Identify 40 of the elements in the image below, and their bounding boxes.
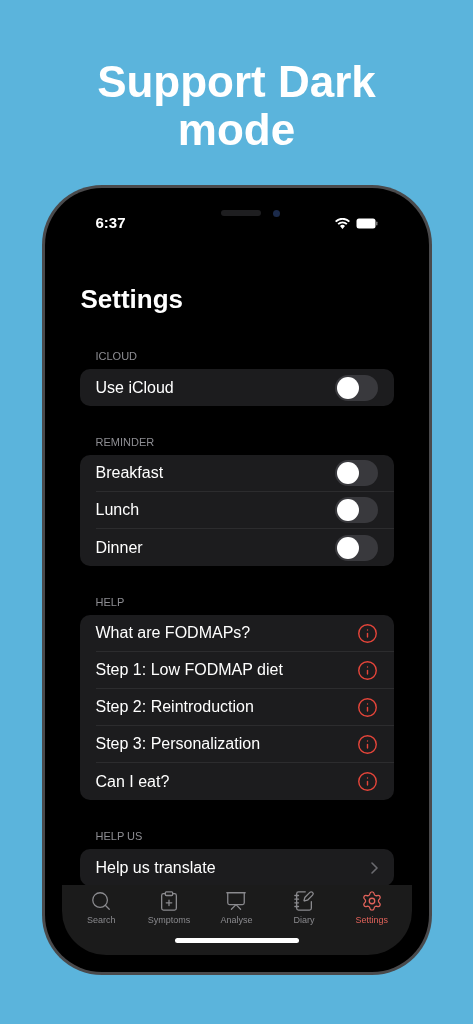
- tab-item[interactable]: Diary: [274, 890, 335, 928]
- row-label: Breakfast: [95, 463, 164, 483]
- row-label[interactable]: Can I eat?: [95, 769, 170, 794]
- front-camera: [272, 209, 280, 217]
- info-icon[interactable]: [356, 622, 378, 644]
- row-label: Lunch: [95, 500, 140, 520]
- battery-icon: [355, 217, 378, 229]
- row-label[interactable]: Help us translate: [95, 855, 216, 880]
- row-label[interactable]: Step 2: Reintroduction: [95, 695, 254, 719]
- toggle-switch[interactable]: [334, 534, 378, 561]
- chart-board-icon: [225, 890, 248, 912]
- settings-icon: [360, 890, 383, 912]
- wifi-icon: [334, 217, 350, 229]
- section-header: REMINDER: [94, 435, 156, 449]
- toggle-switch[interactable]: [334, 374, 378, 401]
- speaker-grille: [220, 210, 261, 216]
- toggle-switch[interactable]: [334, 497, 378, 523]
- info-icon[interactable]: [356, 771, 378, 792]
- info-icon[interactable]: [356, 733, 378, 755]
- tab-item[interactable]: Analyse: [206, 890, 267, 928]
- info-icon[interactable]: [356, 659, 378, 681]
- row-label: Use iCloud: [95, 377, 174, 398]
- section-header: HELP: [94, 595, 126, 609]
- tab-item[interactable]: Symptoms: [138, 890, 199, 928]
- info-icon[interactable]: [356, 696, 378, 718]
- tab-item[interactable]: Search: [71, 890, 132, 928]
- row-label[interactable]: Step 1: Low FODMAP diet: [95, 658, 283, 682]
- row-label[interactable]: What are FODMAPs?: [95, 621, 251, 645]
- page-title: Settings: [79, 283, 185, 315]
- chevron-right-icon: [370, 861, 378, 874]
- section-header: ICLOUD: [94, 349, 139, 363]
- headline: Support Dark mode: [96, 58, 377, 154]
- section-header: HELP US: [94, 829, 144, 843]
- search-icon: [90, 890, 113, 912]
- toggle-switch[interactable]: [334, 460, 378, 486]
- status-time: 6:37: [95, 212, 126, 233]
- row-label: Dinner: [95, 537, 143, 558]
- notebook-pen-icon: [293, 890, 316, 912]
- tab-item[interactable]: Settings: [341, 890, 402, 928]
- row-label[interactable]: Step 3: Personalization: [95, 732, 261, 756]
